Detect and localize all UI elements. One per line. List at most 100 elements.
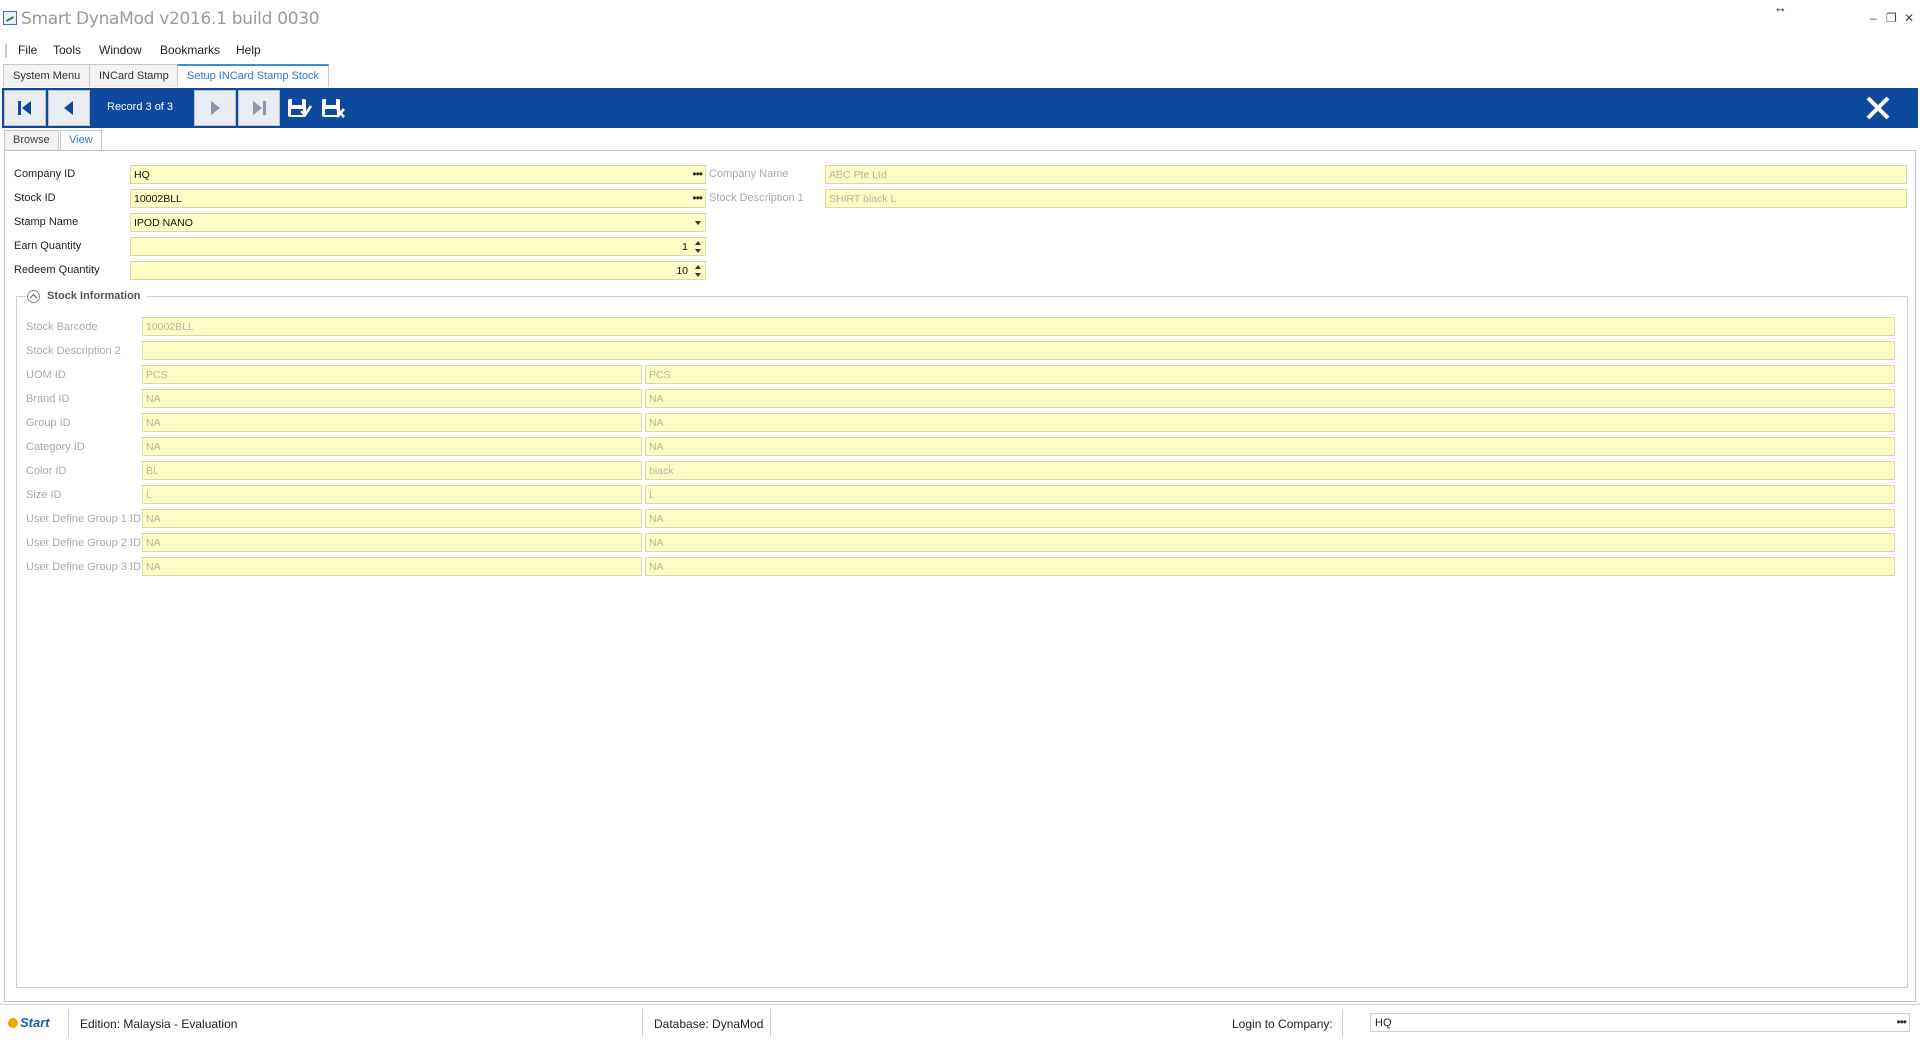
start-logo[interactable]: Start (8, 1015, 50, 1030)
last-record-button[interactable] (238, 90, 280, 126)
first-record-icon (18, 101, 31, 115)
stock-description-1-field: SHIRT black L (825, 189, 1907, 208)
chevron-down-icon[interactable] (695, 221, 701, 225)
redeem-quantity-stepper[interactable]: 10 (130, 261, 706, 280)
redeem-quantity-value: 10 (676, 265, 688, 277)
save-icon[interactable] (286, 96, 312, 120)
menu-tools[interactable]: Tools (53, 43, 81, 57)
login-company-lookup-button[interactable]: ••• (1896, 1015, 1907, 1029)
first-record-button[interactable] (4, 90, 46, 126)
stock-description-2-label: Stock Description 2 (26, 345, 121, 357)
company-id-value: HQ (134, 169, 150, 181)
stock-barcode-field: 10002BLL (142, 317, 1895, 336)
next-icon (211, 101, 220, 115)
next-record-button[interactable] (194, 90, 236, 126)
edition-status: Edition: Malaysia - Evaluation (80, 1017, 238, 1031)
sun-icon (8, 1018, 18, 1028)
user-define-group-1-description-field: NA (645, 509, 1895, 528)
company-id-label: Company ID (14, 168, 76, 180)
stamp-name-value: IPOD NANO (134, 217, 193, 229)
stock-description-2-field (142, 341, 1895, 360)
earn-quantity-value: 1 (682, 241, 688, 253)
resize-cursor-icon: ↔ (1774, 0, 1787, 15)
uom-id-field: PCS (142, 365, 642, 384)
menu-file[interactable]: File (18, 43, 37, 57)
status-divider (1342, 1009, 1343, 1037)
group-id-label: Group ID (26, 417, 71, 429)
tab-browse[interactable]: Browse (4, 130, 59, 150)
tab-system-menu[interactable]: System Menu (3, 64, 91, 87)
close-window-button[interactable]: ✕ (1904, 11, 1914, 25)
category-id-field: NA (142, 437, 642, 456)
uom-description-field: PCS (645, 365, 1895, 384)
user-define-group-3-label: User Define Group 3 ID (26, 561, 141, 573)
group-id-field: NA (142, 413, 642, 432)
tab-setup-incard-stamp-stock[interactable]: Setup INCard Stamp Stock (177, 64, 330, 87)
brand-id-label: Brand ID (26, 393, 70, 405)
category-id-label: Category ID (26, 441, 85, 453)
collapse-icon[interactable] (27, 290, 40, 303)
user-define-group-1-field: NA (142, 509, 642, 528)
status-divider (642, 1009, 643, 1037)
database-status: Database: DynaMod (654, 1017, 764, 1031)
size-id-field: L (142, 485, 642, 504)
uom-id-label: UOM ID (26, 369, 66, 381)
stock-id-label: Stock ID (14, 192, 56, 204)
stock-description-1-label: Stock Description 1 (709, 192, 804, 204)
stamp-name-select[interactable]: IPOD NANO (130, 213, 706, 232)
earn-quantity-label: Earn Quantity (14, 240, 82, 252)
size-description-field: L (645, 485, 1895, 504)
title-bar: Smart DynaMod v2016.1 build 0030 ↔ – ❐ ✕ (0, 0, 1920, 40)
stamp-name-label: Stamp Name (14, 216, 79, 228)
user-define-group-1-label: User Define Group 1 ID (26, 513, 141, 525)
close-icon[interactable] (1864, 94, 1892, 122)
color-description-field: black (645, 461, 1895, 480)
brand-description-field: NA (645, 389, 1895, 408)
stock-id-value: 10002BLL (134, 193, 182, 205)
status-divider (68, 1009, 69, 1037)
user-define-group-2-field: NA (142, 533, 642, 552)
minimize-button[interactable]: – (1870, 11, 1877, 25)
menu-bar: File Tools Window Bookmarks Help (0, 40, 1920, 62)
stock-barcode-label: Stock Barcode (26, 321, 98, 333)
redeem-quantity-spin[interactable] (694, 263, 703, 279)
app-title: Smart DynaMod v2016.1 build 0030 (21, 9, 320, 29)
user-define-group-3-description-field: NA (645, 557, 1895, 576)
record-position: Record 3 of 3 (107, 101, 174, 113)
color-id-field: BL (142, 461, 642, 480)
redeem-quantity-label: Redeem Quantity (14, 264, 100, 276)
previous-icon (64, 101, 73, 115)
category-description-field: NA (645, 437, 1895, 456)
tab-view[interactable]: View (60, 130, 102, 151)
stock-id-field[interactable]: 10002BLL ••• (130, 189, 706, 208)
size-id-label: Size ID (26, 489, 62, 501)
user-define-group-2-description-field: NA (645, 533, 1895, 552)
save-close-icon[interactable] (320, 96, 346, 120)
group-description-field: NA (645, 413, 1895, 432)
menu-bookmarks[interactable]: Bookmarks (160, 43, 220, 57)
earn-quantity-spin[interactable] (694, 239, 703, 255)
color-id-label: Color ID (26, 465, 67, 477)
company-lookup-button[interactable]: ••• (692, 167, 703, 181)
login-company-field[interactable]: HQ ••• (1370, 1013, 1910, 1032)
menu-grip (5, 44, 7, 58)
previous-record-button[interactable] (48, 90, 90, 126)
login-company-value: HQ (1375, 1017, 1392, 1029)
status-divider (770, 1009, 771, 1037)
user-define-group-3-field: NA (142, 557, 642, 576)
brand-id-field: NA (142, 389, 642, 408)
company-name-field: ABC Pte Ltd (825, 165, 1907, 184)
restore-button[interactable]: ❐ (1886, 11, 1897, 25)
last-record-icon (253, 101, 266, 115)
tab-incard-stamp[interactable]: INCard Stamp (89, 64, 179, 87)
stock-lookup-button[interactable]: ••• (692, 191, 703, 205)
menu-help[interactable]: Help (236, 43, 261, 57)
app-icon (3, 11, 17, 25)
login-company-label: Login to Company: (1232, 1017, 1333, 1031)
menu-window[interactable]: Window (99, 43, 142, 57)
company-name-label: Company Name (709, 168, 789, 180)
user-define-group-2-label: User Define Group 2 ID (26, 537, 141, 549)
company-id-field[interactable]: HQ ••• (130, 165, 706, 184)
earn-quantity-stepper[interactable]: 1 (130, 237, 706, 256)
record-toolbar: Record 3 of 3 (2, 88, 1918, 128)
